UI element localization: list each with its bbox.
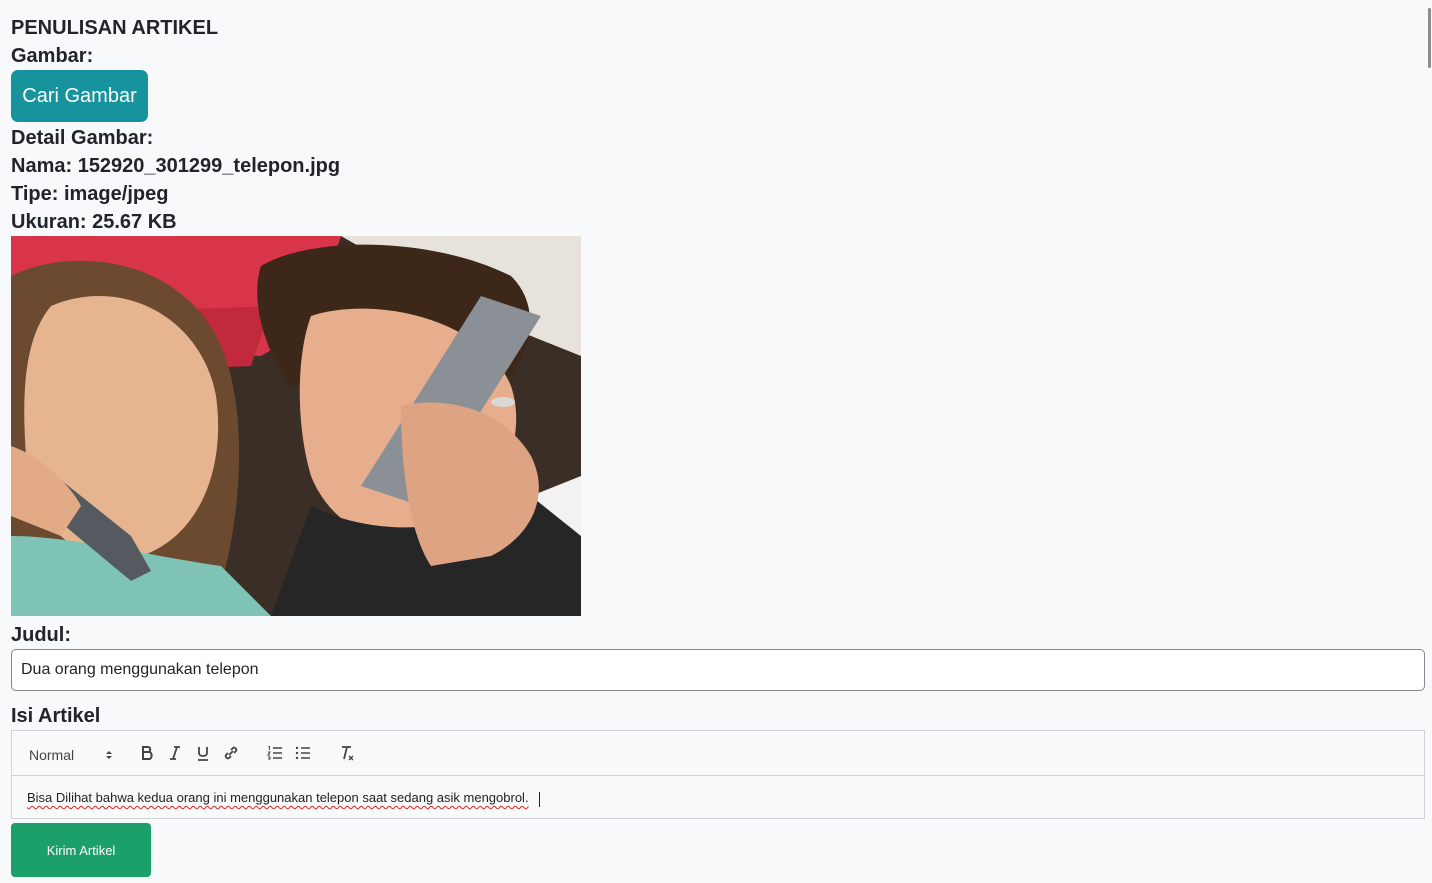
article-form-page: PENULISAN ARTIKEL Gambar: Cari Gambar De… — [0, 0, 1432, 883]
italic-icon[interactable] — [163, 742, 187, 764]
image-file-name: Nama: 152920_301299_telepon.jpg — [11, 155, 341, 177]
ordered-list-icon[interactable] — [263, 742, 287, 764]
scrollbar-thumb[interactable] — [1428, 8, 1431, 68]
text-format-select[interactable]: Normal — [29, 744, 114, 766]
content-label: Isi Artikel — [11, 705, 101, 727]
image-label: Gambar: — [11, 45, 94, 67]
editor-toolbar: Normal — [12, 731, 1424, 776]
bullet-list-icon[interactable] — [291, 742, 315, 764]
text-caret — [539, 792, 540, 807]
clear-format-icon[interactable] — [335, 742, 359, 764]
editor-content-area[interactable]: Bisa Dilihat bahwa kedua orang ini mengg… — [12, 776, 1424, 818]
underline-icon[interactable] — [191, 742, 215, 764]
image-detail-label: Detail Gambar: — [11, 127, 154, 149]
text-format-value: Normal — [29, 747, 75, 763]
image-file-size: Ukuran: 25.67 KB — [11, 211, 177, 233]
browse-image-button[interactable]: Cari Gambar — [11, 70, 148, 122]
bold-icon[interactable] — [135, 742, 159, 764]
submit-article-button[interactable]: Kirim Artikel — [11, 823, 151, 877]
link-icon[interactable] — [219, 742, 243, 764]
page-scrollbar[interactable] — [1426, 0, 1432, 883]
editor-content-text: Bisa Dilihat bahwa kedua orang ini mengg… — [27, 790, 529, 805]
title-label: Judul: — [11, 624, 71, 646]
image-preview-drawing — [11, 236, 581, 616]
image-preview — [11, 236, 581, 616]
rich-text-editor: Normal Bisa Dilihat bahwa kedua orang in… — [11, 730, 1425, 819]
select-arrows-icon — [106, 751, 112, 759]
image-file-type: Tipe: image/jpeg — [11, 183, 169, 205]
article-title-input[interactable] — [11, 649, 1425, 691]
form-container: PENULISAN ARTIKEL Gambar: Cari Gambar De… — [11, 14, 1425, 819]
page-title: PENULISAN ARTIKEL — [11, 17, 219, 39]
